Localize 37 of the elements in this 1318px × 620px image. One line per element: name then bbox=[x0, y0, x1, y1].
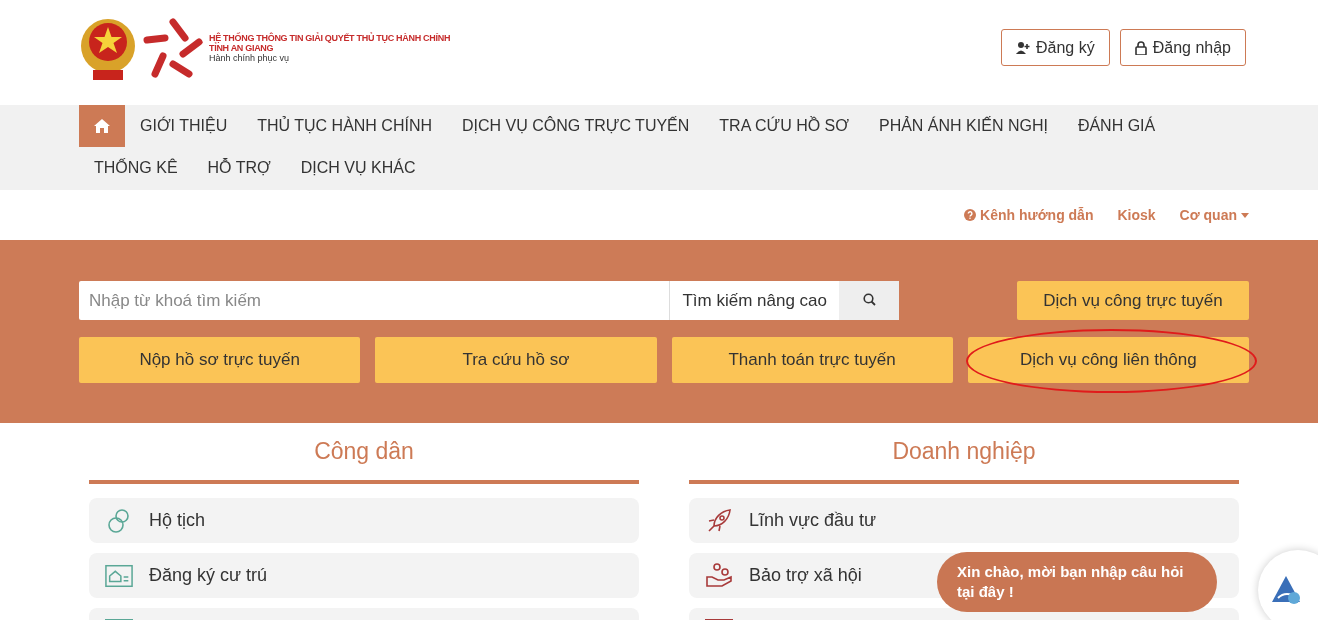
advanced-search-button[interactable]: Tìm kiếm nâng cao bbox=[669, 281, 839, 320]
home-icon bbox=[93, 118, 111, 134]
nav-item[interactable]: THỐNG KÊ bbox=[79, 147, 193, 189]
quick-action-button[interactable]: Thanh toán trực tuyến bbox=[671, 337, 953, 383]
online-service-button[interactable]: Dịch vụ công trực tuyến bbox=[1017, 281, 1249, 320]
nav-item[interactable]: HỖ TRỢ bbox=[192, 147, 286, 189]
logo-subtitle: TỈNH AN GIANG bbox=[209, 42, 275, 53]
nav-item[interactable]: PHẢN ÁNH KIẾN NGHỊ bbox=[863, 105, 1063, 147]
nav-item[interactable]: GIỚI THIỆU bbox=[125, 105, 243, 147]
category-item[interactable]: Hộ tịch bbox=[89, 498, 639, 543]
caret-icon bbox=[1241, 212, 1249, 218]
quick-action-button[interactable]: Tra cứu hồ sơ bbox=[375, 337, 657, 383]
auth-button[interactable]: Đăng nhập bbox=[1119, 29, 1246, 66]
logo-tagline: Hành chính phục vụ bbox=[209, 52, 291, 63]
quick-action-button[interactable]: Nộp hồ sơ trực tuyến bbox=[79, 337, 361, 383]
help-icon bbox=[964, 209, 977, 221]
nav-item[interactable]: DỊCH VỤ KHÁC bbox=[285, 147, 431, 189]
home-button[interactable] bbox=[79, 105, 125, 147]
hand-coins-icon bbox=[705, 562, 733, 589]
category-item[interactable]: Đăng ký cư trú bbox=[89, 553, 639, 598]
nav-item[interactable]: DỊCH VỤ CÔNG TRỰC TUYẾN bbox=[447, 105, 705, 147]
auth-button[interactable]: Đăng ký bbox=[1001, 29, 1110, 66]
section-title: Doanh nghiệp bbox=[891, 437, 1037, 465]
search-icon bbox=[862, 292, 876, 306]
category-item[interactable]: Lĩnh vực đầu tư bbox=[689, 498, 1239, 543]
search-field[interactable]: Nhập từ khoá tìm kiếm bbox=[79, 281, 670, 320]
nav-item[interactable]: THỦ TỤC HÀNH CHÍNH bbox=[242, 105, 448, 147]
lock-icon bbox=[1134, 40, 1147, 55]
logo-title: HỆ THỐNG THÔNG TIN GIẢI QUYẾT THỦ TỤC HÀNH CHÍNH bbox=[209, 32, 451, 43]
user-plus-icon bbox=[1016, 41, 1030, 54]
mountain-logo-icon bbox=[1270, 574, 1302, 606]
search-button[interactable] bbox=[839, 281, 899, 320]
id-card-icon bbox=[105, 563, 133, 588]
quick-action-button[interactable]: Dịch vụ công liên thông bbox=[967, 337, 1249, 383]
nav-item[interactable]: ĐÁNH GIÁ bbox=[1062, 105, 1171, 147]
section-title: Công dân bbox=[313, 437, 415, 465]
nav-item[interactable]: TRA CỨU HỒ SƠ bbox=[704, 105, 864, 147]
